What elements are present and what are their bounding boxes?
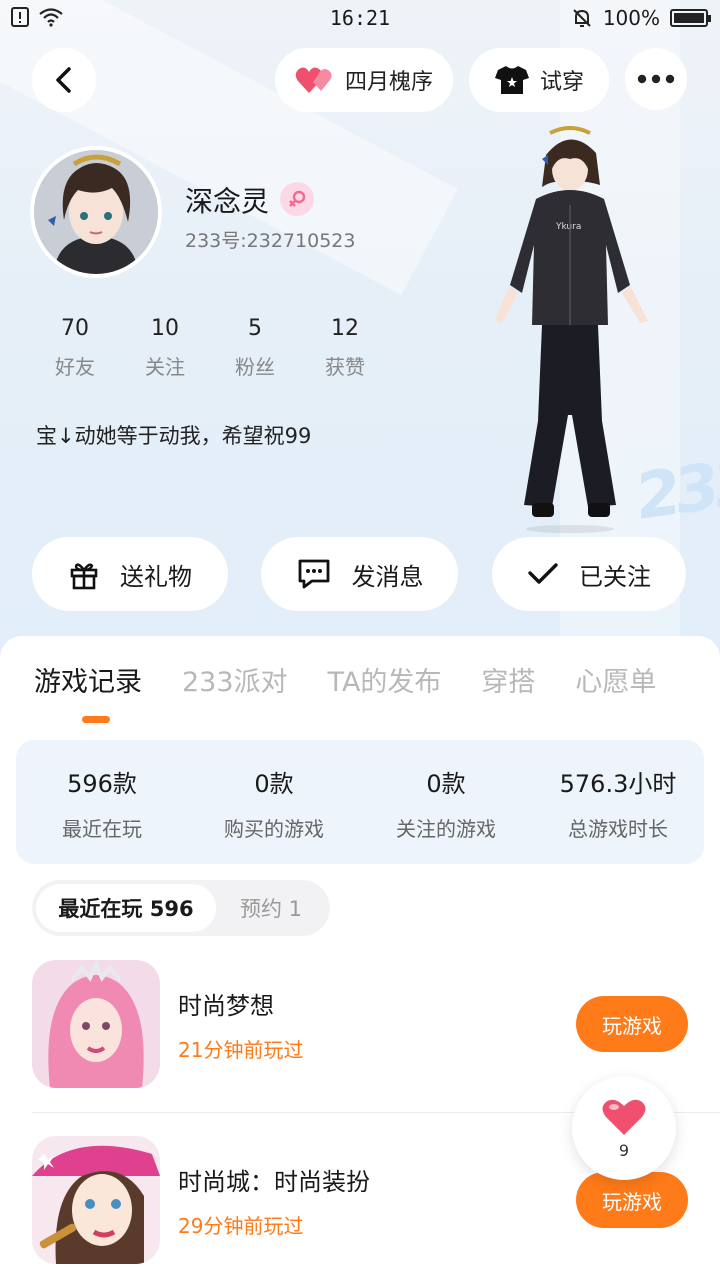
profile-stats: 70 好友 10 关注 5 粉丝 12 获赞 bbox=[30, 316, 390, 380]
try-on-button[interactable]: 试穿 bbox=[469, 48, 609, 112]
list-item[interactable]: 时尚梦想 21分钟前玩过 玩游戏 bbox=[32, 960, 688, 1090]
subtab-recent-playing[interactable]: 最近在玩 596 bbox=[36, 884, 216, 932]
tab-233-party[interactable]: 233派对 bbox=[182, 660, 288, 699]
like-count: 9 bbox=[618, 1140, 630, 1160]
battery-percent: 100% bbox=[602, 6, 660, 30]
active-tab-indicator bbox=[82, 716, 110, 723]
heart-icon bbox=[602, 1099, 646, 1135]
play-game-button[interactable]: 玩游戏 bbox=[576, 1172, 688, 1228]
tab-posts[interactable]: TA的发布 bbox=[328, 660, 442, 699]
user-id: 233号:232710523 bbox=[185, 230, 356, 252]
battery-icon bbox=[670, 9, 711, 27]
couple-tag-label: 四月槐序 bbox=[344, 70, 433, 95]
game-thumbnail bbox=[32, 1136, 160, 1264]
chevron-left-icon bbox=[56, 67, 71, 93]
stat-label: 粉丝 bbox=[235, 355, 275, 379]
stat-following[interactable]: 10 关注 bbox=[120, 316, 210, 380]
followed-button[interactable]: 已关注 bbox=[492, 537, 686, 611]
stat-friends[interactable]: 70 好友 bbox=[30, 316, 120, 380]
profile-bio: 宝↓动她等于动我，希望祝99 bbox=[36, 424, 312, 448]
summary-value: 0款 bbox=[254, 770, 294, 798]
summary-purchased[interactable]: 0款 购买的游戏 bbox=[188, 740, 360, 864]
game-list-segmented-control: 最近在玩 596 预约 1 bbox=[32, 880, 330, 936]
more-button[interactable] bbox=[625, 48, 687, 110]
last-played-time: 29分钟前玩过 bbox=[178, 1214, 304, 1238]
stat-value: 5 bbox=[248, 316, 262, 341]
stat-value: 10 bbox=[151, 316, 179, 341]
try-on-label: 试穿 bbox=[539, 70, 584, 95]
game-title: 时尚城：时尚装扮 bbox=[178, 1168, 370, 1196]
send-gift-button[interactable]: 送礼物 bbox=[32, 537, 228, 611]
summary-label: 总游戏时长 bbox=[568, 817, 668, 841]
stat-value: 12 bbox=[331, 316, 359, 341]
stat-likes[interactable]: 12 获赞 bbox=[300, 316, 390, 380]
profile-tabs: 游戏记录 233派对 TA的发布 穿搭 心愿单 bbox=[34, 660, 656, 699]
summary-value: 576.3小时 bbox=[559, 770, 677, 798]
avatar[interactable] bbox=[30, 146, 162, 278]
like-floating-button[interactable]: 9 bbox=[572, 1076, 676, 1180]
chat-bubble-icon bbox=[298, 559, 329, 589]
avatar-character-figure: Ykura bbox=[494, 126, 648, 533]
summary-value: 596款 bbox=[67, 770, 137, 798]
tab-outfits[interactable]: 穿搭 bbox=[481, 660, 535, 699]
back-button[interactable] bbox=[32, 48, 96, 112]
subtab-reserved[interactable]: 预约 1 bbox=[216, 884, 326, 932]
double-heart-icon bbox=[295, 67, 332, 93]
summary-label: 购买的游戏 bbox=[224, 817, 324, 841]
game-title: 时尚梦想 bbox=[178, 992, 274, 1020]
followed-label: 已关注 bbox=[579, 562, 651, 591]
svg-text:Ykura: Ykura bbox=[555, 222, 581, 232]
gift-icon bbox=[70, 563, 98, 590]
couple-tag-button[interactable]: 四月槐序 bbox=[275, 48, 453, 112]
send-message-label: 发消息 bbox=[351, 562, 424, 591]
summary-value: 0款 bbox=[426, 770, 466, 798]
tab-game-records[interactable]: 游戏记录 bbox=[34, 660, 142, 699]
status-bar: 16:21 100% bbox=[0, 0, 720, 36]
game-thumbnail bbox=[32, 960, 160, 1088]
stat-label: 获赞 bbox=[325, 355, 365, 379]
summary-recent[interactable]: 596款 最近在玩 bbox=[16, 740, 188, 864]
stat-label: 好友 bbox=[55, 355, 95, 379]
stat-fans[interactable]: 5 粉丝 bbox=[210, 316, 300, 380]
stat-value: 70 bbox=[61, 316, 89, 341]
checkmark-icon bbox=[528, 563, 558, 584]
game-summary-card: 596款 最近在玩 0款 购买的游戏 0款 关注的游戏 576.3小时 总游戏时… bbox=[16, 740, 704, 864]
profile-content-panel: 游戏记录 233派对 TA的发布 穿搭 心愿单 596款 最近在玩 0款 购买的… bbox=[0, 636, 720, 1280]
play-game-button[interactable]: 玩游戏 bbox=[576, 996, 688, 1052]
tshirt-icon bbox=[494, 66, 529, 94]
summary-playtime[interactable]: 576.3小时 总游戏时长 bbox=[532, 740, 704, 864]
summary-label: 最近在玩 bbox=[62, 817, 142, 841]
mute-bell-icon bbox=[573, 9, 591, 27]
send-gift-label: 送礼物 bbox=[120, 562, 192, 591]
female-gender-icon bbox=[280, 182, 314, 216]
avatar-image bbox=[34, 150, 158, 274]
summary-followed[interactable]: 0款 关注的游戏 bbox=[360, 740, 532, 864]
tab-wishlist[interactable]: 心愿单 bbox=[575, 660, 656, 699]
stat-label: 关注 bbox=[145, 355, 185, 379]
more-dots-icon bbox=[637, 74, 675, 84]
summary-label: 关注的游戏 bbox=[396, 817, 496, 841]
last-played-time: 21分钟前玩过 bbox=[178, 1038, 304, 1062]
username: 深念灵 bbox=[185, 185, 270, 218]
send-message-button[interactable]: 发消息 bbox=[261, 537, 458, 611]
